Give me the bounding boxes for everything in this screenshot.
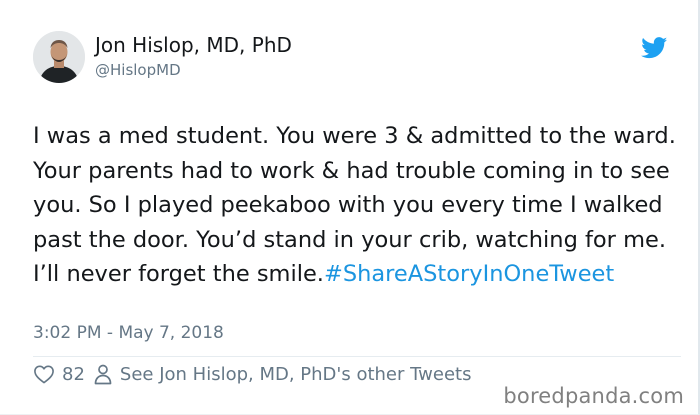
twitter-bird-icon[interactable] (641, 37, 668, 59)
person-avatar-icon (33, 31, 85, 83)
watermark: boredpanda.com (503, 383, 684, 409)
other-tweets-link[interactable]: See Jon Hislop, MD, PhD's other Tweets (120, 364, 472, 385)
hashtag-link[interactable]: #ShareAStoryInOneTweet (324, 261, 614, 287)
tweet-timestamp[interactable]: 3:02 PM - May 7, 2018 (33, 322, 224, 344)
tweet-text: I was a med student. You were 3 & admitt… (33, 119, 683, 292)
author-handle[interactable]: @HislopMD (95, 61, 181, 79)
avatar[interactable] (33, 31, 85, 83)
heart-icon[interactable] (33, 364, 55, 384)
like-count[interactable]: 82 (62, 364, 85, 385)
tweet-actions: 82 See Jon Hislop, MD, PhD's other Tweet… (33, 359, 471, 389)
tweet-card: Jon Hislop, MD, PhD @HislopMD I was a me… (0, 0, 700, 415)
user-icon[interactable] (94, 364, 112, 385)
divider (33, 356, 681, 357)
author-name[interactable]: Jon Hislop, MD, PhD (95, 33, 292, 57)
